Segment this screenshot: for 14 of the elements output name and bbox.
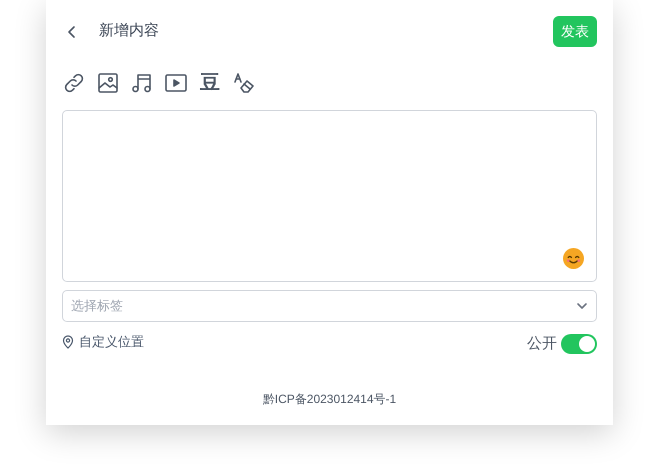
link-icon[interactable] xyxy=(62,71,86,95)
location-pin-icon xyxy=(62,335,74,349)
visibility-label: 公开 xyxy=(527,334,557,354)
icp-footer-text: 黔ICP备2023012414号-1 xyxy=(262,391,396,408)
video-play-icon[interactable] xyxy=(164,71,188,95)
douban-button[interactable]: 豆 xyxy=(198,71,222,95)
eraser-icon[interactable] xyxy=(232,71,256,95)
chevron-down-icon xyxy=(576,300,588,312)
page-title: 新增内容 xyxy=(99,21,159,42)
music-icon[interactable] xyxy=(130,71,154,95)
smiley-icon[interactable] xyxy=(563,248,584,269)
location-link[interactable]: 自定义位置 xyxy=(79,332,144,352)
image-icon[interactable] xyxy=(96,71,120,95)
public-toggle[interactable] xyxy=(561,334,597,354)
